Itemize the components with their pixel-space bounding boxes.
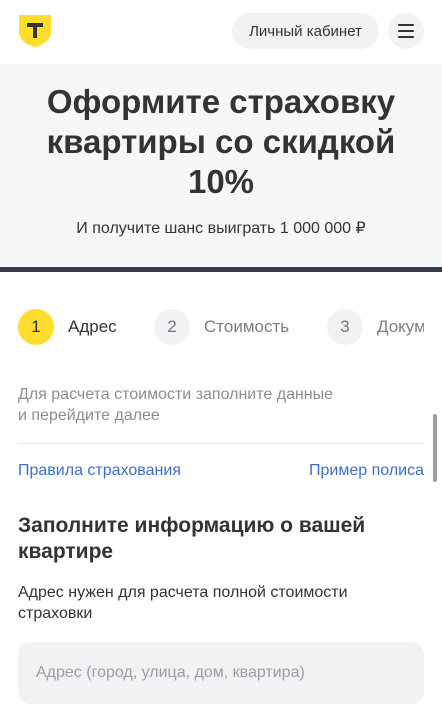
hero-title-line: Оформите страховку (46, 83, 396, 120)
form-hint-line: Для расчета стоимости заполните данные (18, 386, 334, 403)
hero-subtitle: И получите шанс выиграть 1 000 000 ₽ (76, 220, 366, 237)
step-label: Стоимость (204, 317, 290, 336)
divider (18, 443, 424, 444)
step-documents[interactable]: 3 Документы (327, 308, 424, 346)
form-hint: Для расчета стоимости заполните данные и… (18, 384, 408, 426)
step-label: Адрес (68, 317, 117, 336)
hero-title-line: квартиры со скидкой (46, 123, 396, 160)
step-label: Документы (377, 317, 424, 336)
section-description: Адрес нужен для расчета полной стоимости… (18, 582, 418, 624)
form-hint-line: и перейдите далее (18, 407, 160, 424)
step-number: 2 (154, 309, 190, 345)
section-title-line: квартире (18, 540, 114, 563)
personal-account-button[interactable]: Личный кабинет (232, 13, 379, 49)
section-title: Заполните информацию о вашей квартире (18, 513, 418, 565)
section-title-line: Заполните информацию о вашей (18, 514, 366, 537)
scrollbar[interactable] (433, 414, 437, 482)
hero-title-line: 10% (187, 163, 255, 200)
step-number: 3 (327, 309, 363, 345)
insurance-rules-link[interactable]: Правила страхования (18, 462, 181, 480)
hero-bottom-bar (0, 267, 442, 272)
steps-progress: 1 Адрес 2 Стоимость 3 Документы (0, 308, 424, 346)
hamburger-menu-icon (398, 24, 414, 38)
section-description-line: страховки (18, 605, 93, 622)
step-cost[interactable]: 2 Стоимость (154, 308, 289, 346)
section-description-line: Адрес нужен для расчета полной стоимости (18, 584, 348, 601)
site-header: Личный кабинет (0, 0, 442, 64)
menu-button[interactable] (388, 13, 424, 49)
logo-icon[interactable] (18, 14, 52, 48)
step-address[interactable]: 1 Адрес (18, 308, 117, 346)
address-input[interactable] (18, 642, 424, 704)
policy-example-link[interactable]: Пример полиса (309, 462, 424, 480)
hero-title: Оформите страховку квартиры со скидкой 1… (20, 82, 422, 202)
step-number: 1 (18, 309, 54, 345)
hero-banner: Оформите страховку квартиры со скидкой 1… (0, 64, 442, 267)
